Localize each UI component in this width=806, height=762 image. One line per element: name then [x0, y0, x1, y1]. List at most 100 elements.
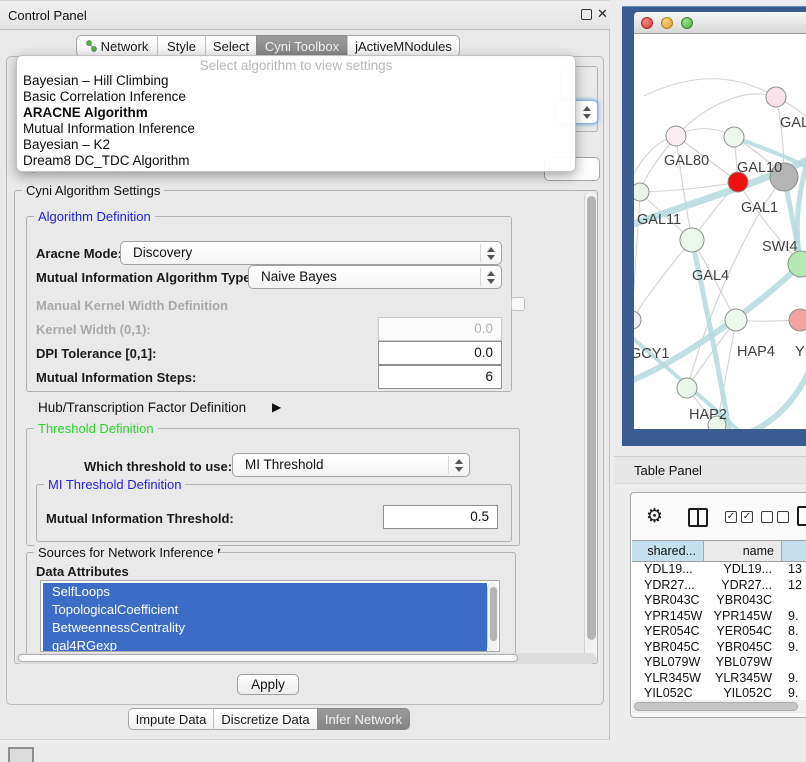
minimized-panel-icon[interactable] — [8, 747, 34, 762]
cell-name: YDL19... — [704, 562, 772, 578]
list-scrollbar[interactable] — [487, 583, 498, 651]
combo-arrows-icon — [453, 458, 464, 473]
node-gal11[interactable] — [634, 183, 649, 201]
tab-label: Impute Data — [136, 712, 207, 727]
cell-shared: YBR043C — [644, 593, 704, 609]
combo-arrows-icon — [485, 270, 496, 285]
cell-name: YIL052C — [704, 686, 772, 700]
list-item[interactable]: BetweennessCentrality — [43, 619, 487, 637]
hub-definition-toggle[interactable]: Hub/Transcription Factor Definition — [38, 400, 246, 415]
control-panel-titlebar: Control Panel ✕ — [0, 0, 610, 30]
tab-style[interactable]: Style — [157, 35, 205, 57]
tab-infer-network[interactable]: Infer Network — [317, 708, 410, 730]
node-hap2[interactable] — [677, 378, 697, 398]
cell-value: 9. — [788, 640, 806, 656]
window-close-button[interactable] — [641, 17, 653, 29]
deselect-all-checkbox-icon[interactable] — [777, 511, 789, 523]
node-gal4[interactable] — [680, 228, 704, 252]
list-item[interactable]: gal4RGexp — [43, 637, 487, 652]
list-item[interactable]: TopologicalCoefficient — [43, 601, 487, 619]
mi-threshold-label: Mutual Information Threshold: — [46, 511, 234, 526]
tab-cyni-toolbox[interactable]: Cyni Toolbox — [256, 35, 347, 57]
tab-network[interactable]: Network — [76, 35, 157, 57]
tab-jactivemnodules[interactable]: jActiveMNodules — [347, 35, 460, 57]
algorithm-option[interactable]: Mutual Information Inference — [18, 121, 574, 137]
node-label: HAP2 — [689, 407, 727, 423]
node-label: GAL — [780, 115, 806, 131]
collapsed-arrow-icon[interactable]: ▶ — [272, 400, 281, 414]
cell-shared: YDR27... — [644, 578, 704, 594]
aracne-mode-combobox[interactable]: Discovery — [120, 241, 502, 265]
kernel-width-label: Kernel Width (0,1): — [36, 322, 151, 337]
deselect-all-checkbox-icon[interactable] — [761, 511, 773, 523]
cell-shared: YIL052C — [644, 686, 704, 700]
column-header-extra[interactable] — [782, 540, 806, 562]
float-panel-icon[interactable] — [581, 9, 592, 20]
cell-value — [788, 593, 806, 609]
kernel-width-field[interactable]: 0.0 — [378, 317, 502, 341]
close-icon[interactable]: ✕ — [597, 6, 608, 22]
which-threshold-label: Which threshold to use: — [84, 459, 232, 474]
node-label: GAL1 — [741, 200, 778, 216]
column-header-shared[interactable]: shared... — [632, 540, 704, 562]
bottom-tabbar: Impute Data Discretize Data Infer Networ… — [128, 708, 410, 730]
cell-value: 12 — [788, 578, 806, 594]
select-all-checkbox-icon[interactable]: ✓ — [725, 511, 737, 523]
settings-hscrollbar[interactable] — [16, 653, 596, 664]
algorithm-option[interactable]: Bayesian – Hill Climbing — [18, 73, 574, 89]
list-scrollbar-thumb[interactable] — [490, 587, 497, 641]
cell-shared: YPR145W — [644, 609, 704, 625]
mi-threshold-field[interactable]: 0.5 — [383, 505, 498, 529]
cell-value: 9. — [788, 671, 806, 687]
sources-group-title[interactable]: Sources for Network Inference — [34, 545, 218, 560]
algorithm-dropdown-popup: Select algorithm to view settings Bayesi… — [16, 55, 576, 172]
node-label: GAL80 — [664, 153, 709, 169]
mi-type-combobox[interactable]: Naive Bayes — [248, 265, 502, 289]
node-hap4[interactable] — [725, 309, 747, 331]
node-gal-pink[interactable] — [766, 87, 786, 107]
algorithm-option[interactable]: Bayesian – K2 — [18, 137, 574, 153]
table-hscrollbar[interactable] — [632, 700, 806, 713]
node-label: GAL11 — [637, 212, 681, 228]
combo-arrows-icon — [581, 105, 592, 120]
apply-button[interactable]: Apply — [237, 674, 299, 695]
node-gcy1[interactable] — [634, 311, 641, 329]
new-table-icon[interactable] — [797, 506, 806, 526]
window-zoom-button[interactable] — [681, 17, 693, 29]
node-salmon[interactable] — [789, 309, 806, 331]
tab-impute-data[interactable]: Impute Data — [128, 708, 213, 730]
table-panel-bar: Table Panel — [614, 456, 806, 484]
tab-discretize-data[interactable]: Discretize Data — [213, 708, 317, 730]
select-all-checkbox-icon[interactable]: ✓ — [741, 511, 753, 523]
dpi-tolerance-label: DPI Tolerance [0,1]: — [36, 346, 156, 361]
threshold-definition-title: Threshold Definition — [34, 421, 158, 436]
algorithm-option-selected[interactable]: ARACNE Algorithm — [18, 105, 574, 121]
table-hscrollbar-thumb[interactable] — [634, 702, 798, 711]
which-threshold-combobox[interactable]: MI Threshold — [232, 453, 470, 477]
tab-select[interactable]: Select — [205, 35, 256, 57]
mi-steps-field[interactable]: 6 — [378, 365, 502, 389]
node-gal10[interactable] — [724, 127, 744, 147]
column-header-name[interactable]: name — [704, 540, 782, 562]
list-item[interactable]: SelfLoops — [43, 583, 487, 601]
settings-hscrollbar-thumb[interactable] — [18, 654, 518, 662]
mi-steps-label: Mutual Information Steps: — [36, 370, 196, 385]
table-panel-title: Table Panel — [634, 463, 702, 478]
tab-label: jActiveMNodules — [355, 39, 452, 54]
window-minimize-button[interactable] — [661, 17, 673, 29]
algorithm-definition-title: Algorithm Definition — [34, 209, 155, 224]
node-gal80[interactable] — [666, 126, 686, 146]
node-label: GCY1 — [634, 346, 670, 362]
data-attributes-label: Data Attributes — [36, 564, 129, 579]
settings-scrollbar[interactable] — [584, 192, 597, 662]
manual-kernel-checkbox[interactable] — [511, 297, 525, 311]
settings-scrollbar-thumb[interactable] — [587, 196, 596, 640]
columns-icon[interactable] — [688, 508, 708, 527]
data-attributes-list[interactable]: SelfLoops TopologicalCoefficient Between… — [40, 580, 500, 652]
cell-name: YBL079W — [704, 655, 772, 671]
algorithm-option[interactable]: Basic Correlation Inference — [18, 89, 574, 105]
gear-icon[interactable]: ⚙ — [646, 507, 663, 526]
network-canvas[interactable]: GAL GAL80 GAL10 GAL1 GAL11 SWI4 GAL4 GCY… — [634, 34, 806, 429]
algorithm-option[interactable]: Dream8 DC_TDC Algorithm — [18, 153, 574, 169]
dpi-tolerance-field[interactable]: 0.0 — [378, 341, 502, 365]
